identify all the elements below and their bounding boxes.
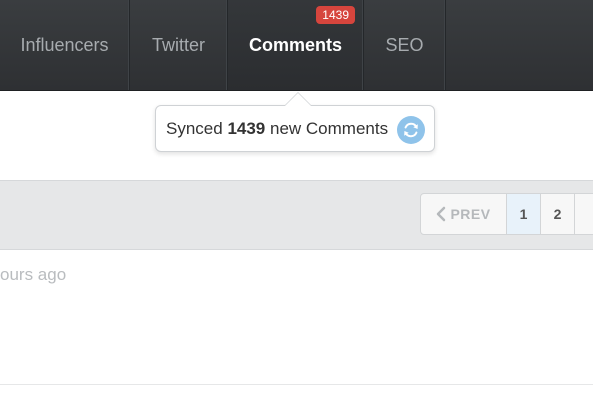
- refresh-icon[interactable]: [397, 116, 425, 144]
- tab-influencers-label: Influencers: [20, 34, 109, 55]
- sync-message-suffix: new Comments: [265, 118, 389, 138]
- sync-popover: Synced 1439 new Comments: [155, 105, 435, 152]
- page-1-label: 1: [519, 206, 528, 222]
- page-1-button[interactable]: 1: [507, 194, 541, 234]
- sync-message: Synced 1439 new Comments: [166, 119, 388, 139]
- sync-count: 1439: [227, 118, 266, 138]
- chevron-left-icon: [437, 206, 446, 222]
- list-item-timestamp: ours ago: [0, 265, 67, 284]
- page-2-label: 2: [553, 206, 562, 222]
- sync-message-prefix: Synced: [166, 118, 228, 138]
- tab-seo[interactable]: SEO: [364, 0, 446, 90]
- tab-seo-label: SEO: [385, 34, 424, 55]
- tab-twitter-label: Twitter: [151, 34, 205, 55]
- popover-arrow-fill: [285, 93, 311, 106]
- page-2-button[interactable]: 2: [541, 194, 575, 234]
- tab-comments[interactable]: Comments 1439: [228, 0, 364, 90]
- pagination: PREV 1 2: [420, 193, 593, 235]
- tab-influencers[interactable]: Influencers: [0, 0, 130, 90]
- app-root: Influencers Twitter Comments 1439 SEO Sy…: [0, 0, 593, 400]
- prev-page-label: PREV: [450, 206, 491, 222]
- row-divider: [0, 384, 593, 385]
- tab-comments-label: Comments: [248, 34, 342, 55]
- tab-twitter[interactable]: Twitter: [130, 0, 228, 90]
- comments-count-badge: 1439: [316, 6, 355, 24]
- prev-page-button[interactable]: PREV: [421, 194, 507, 234]
- top-nav: Influencers Twitter Comments 1439 SEO: [0, 0, 593, 91]
